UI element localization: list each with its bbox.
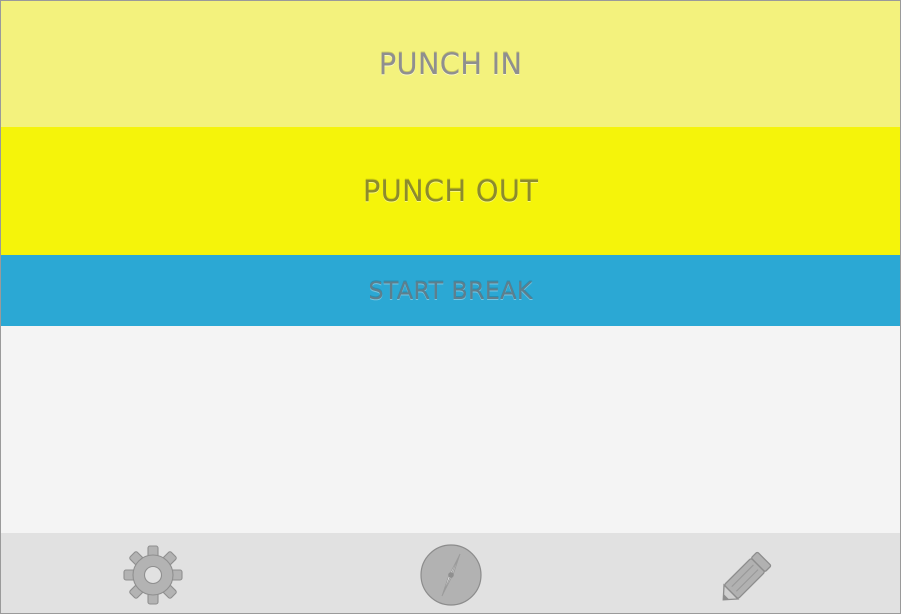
settings-tab[interactable] — [115, 537, 191, 613]
compass-icon — [420, 544, 482, 606]
punch-out-button[interactable]: PUNCH OUT — [1, 127, 900, 255]
compass-tab[interactable] — [413, 537, 489, 613]
bottom-tab-bar — [1, 533, 900, 613]
start-break-button[interactable]: START BREAK — [1, 255, 900, 326]
settings-icon — [123, 545, 183, 605]
edit-tab[interactable] — [710, 537, 786, 613]
content-area — [1, 326, 900, 533]
punch-out-label: PUNCH OUT — [362, 174, 539, 208]
edit-icon — [722, 551, 772, 601]
start-break-label: START BREAK — [368, 276, 533, 305]
punch-in-label: PUNCH IN — [378, 47, 523, 81]
time-clock-app: PUNCH IN PUNCH OUT START BREAK — [0, 0, 901, 614]
punch-in-button[interactable]: PUNCH IN — [1, 1, 900, 127]
